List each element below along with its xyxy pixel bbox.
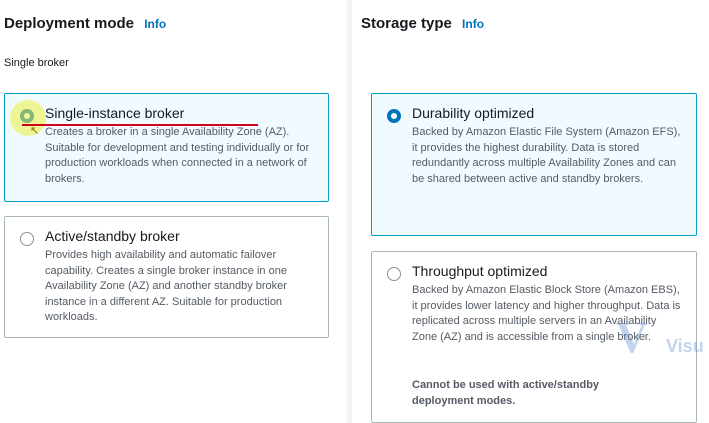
single-instance-broker-option[interactable]: Single-instance broker Creates a broker … (4, 93, 329, 202)
storage-type-info-link[interactable]: Info (462, 17, 484, 31)
single-broker-subheading: Single broker (4, 57, 69, 69)
watermark-text: Visu (666, 336, 704, 356)
storage-type-title-text: Storage type (361, 15, 452, 32)
deployment-mode-title: Deployment mode Info (4, 15, 166, 32)
active-standby-label: Active/standby broker (45, 228, 180, 244)
mouse-cursor-icon: ↖ (30, 125, 40, 137)
deployment-mode-title-text: Deployment mode (4, 15, 135, 32)
single-instance-label: Single-instance broker (45, 105, 185, 121)
deployment-mode-info-link[interactable]: Info (144, 17, 166, 31)
storage-type-panel: Storage type Info Durability optimized B… (352, 0, 709, 423)
watermark-logo: V Visu (616, 312, 704, 363)
single-instance-description: Creates a broker in a single Availabilit… (45, 126, 310, 185)
durability-radio-icon[interactable] (387, 109, 401, 123)
red-underline-annotation (22, 124, 258, 126)
active-standby-broker-option[interactable]: Active/standby broker Provides high avai… (4, 216, 329, 338)
durability-label: Durability optimized (412, 105, 535, 121)
active-standby-radio-icon[interactable] (20, 232, 34, 246)
durability-optimized-option[interactable]: Durability optimized Backed by Amazon El… (371, 93, 697, 236)
throughput-note: Cannot be used with active/standby deplo… (412, 379, 600, 407)
throughput-label: Throughput optimized (412, 263, 548, 279)
throughput-radio-icon[interactable] (387, 267, 401, 281)
storage-type-title: Storage type Info (361, 15, 484, 32)
active-standby-description: Provides high availability and automatic… (45, 249, 287, 323)
cursor-highlight-annotation (10, 100, 46, 136)
deployment-mode-panel: Deployment mode Info Single broker Singl… (0, 0, 347, 423)
throughput-optimized-option[interactable]: Throughput optimized Backed by Amazon El… (371, 251, 697, 423)
durability-description: Backed by Amazon Elastic File System (Am… (412, 126, 681, 185)
watermark-v-icon: V (616, 313, 648, 362)
